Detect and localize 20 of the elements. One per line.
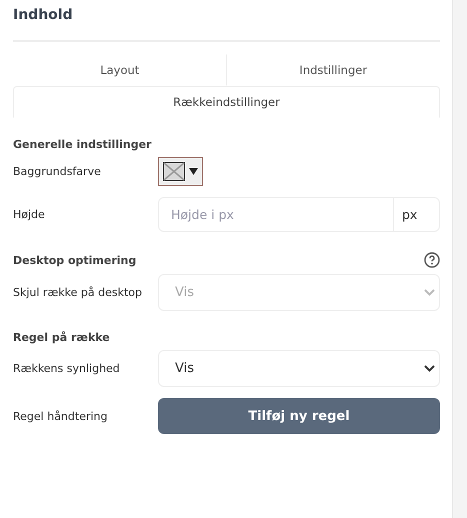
no-color-icon: [163, 162, 185, 181]
tab[interactable]: Rækkeindstillinger: [13, 86, 440, 118]
field-label: Rækkens synlighed: [13, 362, 121, 375]
field-label: Regel håndtering: [13, 410, 108, 422]
help-icon[interactable]: [424, 252, 440, 268]
field-label: Skjul række på desktop: [13, 286, 143, 299]
section-heading: Desktop optimering: [13, 254, 136, 266]
height-field[interactable]: Højde i px: [158, 197, 394, 232]
panel-title: Indhold: [13, 6, 74, 25]
add-rule-button[interactable]: Tilføj ny regel: [158, 398, 440, 434]
color-picker[interactable]: [158, 157, 203, 186]
select-field[interactable]: Vis: [158, 350, 440, 387]
section-heading: Generelle indstillinger: [13, 138, 152, 151]
section-heading: Regel på række: [13, 331, 110, 344]
chevron-down-icon: [424, 365, 435, 372]
caret-icon: [189, 168, 198, 175]
field-label: Højde: [13, 208, 46, 221]
unit-label: px: [394, 197, 440, 232]
chevron-down-icon: [424, 289, 435, 296]
field-label: Baggrundsfarve: [13, 165, 102, 178]
